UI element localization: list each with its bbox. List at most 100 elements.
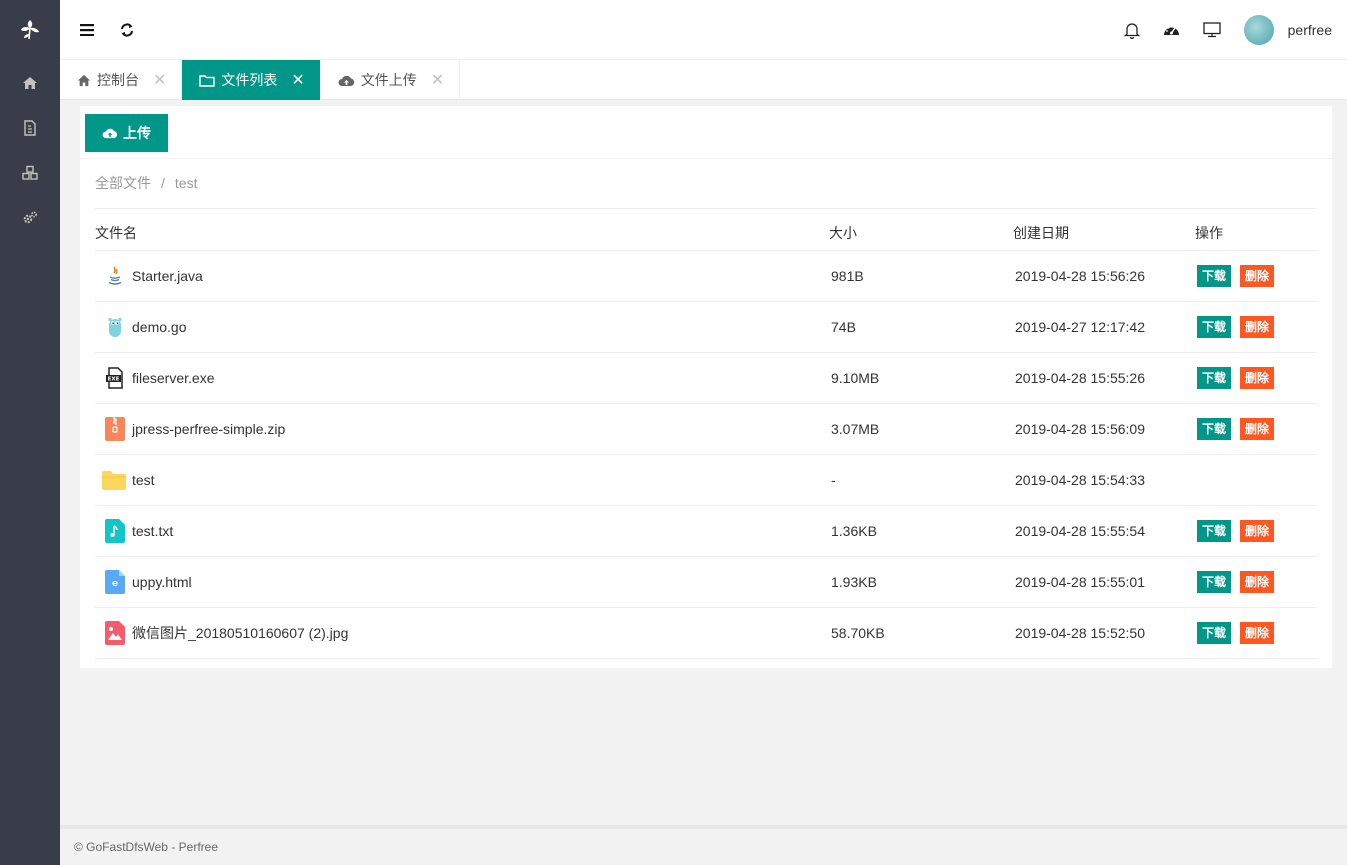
java-file-icon [104, 265, 126, 287]
table-row: e uppy.html 1.93KB 2019-04-28 15:55:01 下… [95, 556, 1317, 608]
header-name: 文件名 [95, 208, 829, 251]
home-icon [77, 74, 91, 86]
file-date: 2019-04-28 15:55:01 [1013, 556, 1195, 608]
exe-file-icon: EXE [104, 367, 126, 389]
folder-icon [199, 74, 216, 87]
monitor-icon [1202, 22, 1221, 38]
sidebar [0, 0, 60, 865]
delete-button[interactable]: 删除 [1240, 622, 1275, 644]
sidebar-item-files[interactable] [0, 105, 60, 150]
close-icon[interactable]: ✕ [291, 70, 304, 90]
sidebar-item-settings[interactable] [0, 195, 60, 240]
tab-label: 控制台 [97, 72, 139, 88]
avatar [1243, 15, 1274, 45]
close-icon[interactable]: ✕ [153, 70, 166, 90]
download-button[interactable]: 下载 [1197, 622, 1232, 644]
tab-label: 文件上传 [360, 72, 417, 88]
file-table: 文件名 大小 创建日期 操作 Starter.java 981B 2019-04… [95, 208, 1317, 659]
sidebar-item-cluster[interactable] [0, 150, 60, 195]
bell-icon [1123, 22, 1140, 39]
file-size: 9.10MB [829, 352, 1013, 404]
delete-button[interactable]: 删除 [1240, 316, 1275, 338]
file-size: 981B [829, 250, 1013, 302]
sidebar-item-home[interactable] [0, 60, 60, 105]
table-row: Starter.java 981B 2019-04-28 15:56:26 下载… [95, 250, 1317, 302]
breadcrumb-separator: / [161, 175, 165, 191]
user-menu[interactable]: perfree [1243, 15, 1332, 45]
tab-bar: 控制台 ✕ 文件列表 ✕ 文件上传 ✕ [60, 60, 1347, 100]
file-date: 2019-04-27 12:17:42 [1013, 301, 1195, 353]
file-icon [24, 119, 36, 136]
hamburger-icon [80, 24, 94, 36]
table-header-row: 文件名 大小 创建日期 操作 [95, 208, 1317, 251]
cloud-upload-icon [338, 75, 354, 86]
file-date: 2019-04-28 15:54:33 [1013, 454, 1195, 506]
image-file-icon [104, 621, 126, 645]
file-date: 2019-04-28 15:55:54 [1013, 505, 1195, 557]
table-row: jpress-perfree-simple.zip 3.07MB 2019-04… [95, 403, 1317, 455]
file-size: 1.93KB [829, 556, 1013, 608]
tab-dashboard[interactable]: 控制台 ✕ [60, 60, 183, 100]
file-size: 1.36KB [829, 505, 1013, 557]
file-name[interactable]: Starter.java [132, 268, 203, 284]
close-icon[interactable]: ✕ [431, 70, 444, 90]
file-size: 74B [829, 301, 1013, 353]
file-name[interactable]: test.txt [132, 523, 173, 539]
delete-button[interactable]: 删除 [1240, 265, 1275, 287]
download-button[interactable]: 下载 [1197, 571, 1232, 593]
download-button[interactable]: 下载 [1197, 520, 1232, 542]
refresh-icon [121, 23, 133, 37]
dashboard-button[interactable] [1152, 10, 1192, 50]
file-size: - [829, 454, 1013, 506]
table-row: demo.go 74B 2019-04-27 12:17:42 下载 删除 [95, 301, 1317, 353]
header-ops: 操作 [1195, 208, 1317, 251]
go-file-icon [104, 316, 126, 338]
folder-name[interactable]: test [132, 472, 155, 488]
folder-icon [102, 469, 126, 491]
svg-text:e: e [112, 579, 118, 589]
table-row: 微信图片_20180510160607 (2).jpg 58.70KB 2019… [95, 607, 1317, 659]
html-file-icon: e [104, 570, 126, 594]
leaf-logo-icon [21, 20, 39, 40]
zip-file-icon [104, 417, 126, 441]
download-button[interactable]: 下载 [1197, 418, 1232, 440]
file-name[interactable]: uppy.html [132, 574, 192, 590]
tab-file-upload[interactable]: 文件上传 ✕ [321, 60, 461, 100]
upload-button[interactable]: 上传 [85, 114, 168, 152]
table-row: test.txt 1.36KB 2019-04-28 15:55:54 下载 删除 [95, 505, 1317, 557]
tab-file-list[interactable]: 文件列表 ✕ [182, 60, 321, 100]
header-size: 大小 [829, 208, 1013, 251]
menu-toggle-button[interactable] [70, 13, 104, 47]
download-button[interactable]: 下载 [1197, 367, 1232, 389]
footer: © GoFastDfsWeb - Perfree [60, 825, 1347, 865]
delete-button[interactable]: 删除 [1240, 571, 1275, 593]
file-date: 2019-04-28 15:56:09 [1013, 403, 1195, 455]
delete-button[interactable]: 删除 [1240, 520, 1275, 542]
upload-label: 上传 [123, 125, 151, 141]
refresh-button[interactable] [110, 13, 144, 47]
username: perfree [1287, 22, 1332, 38]
file-name[interactable]: jpress-perfree-simple.zip [132, 421, 285, 437]
delete-button[interactable]: 删除 [1240, 367, 1275, 389]
cloud-upload-icon [102, 128, 118, 139]
file-size: 3.07MB [829, 403, 1013, 455]
divider [80, 158, 1332, 159]
file-size: 58.70KB [829, 607, 1013, 659]
breadcrumb-root[interactable]: 全部文件 [95, 175, 151, 191]
fullscreen-button[interactable] [1192, 10, 1232, 50]
table-row: EXE fileserver.exe 9.10MB 2019-04-28 15:… [95, 352, 1317, 404]
file-name[interactable]: 微信图片_20180510160607 (2).jpg [132, 623, 348, 643]
notification-button[interactable] [1112, 10, 1152, 50]
dashboard-icon [1164, 25, 1180, 35]
logo[interactable] [0, 0, 60, 60]
cubes-icon [22, 165, 38, 180]
file-name[interactable]: demo.go [132, 319, 186, 335]
breadcrumb-current: test [174, 175, 198, 191]
gears-icon [23, 210, 38, 223]
file-list-card: 上传 全部文件 / test 文件名 大小 创建日期 操作 Starter.java [80, 106, 1332, 668]
download-button[interactable]: 下载 [1197, 316, 1232, 338]
download-button[interactable]: 下载 [1197, 265, 1232, 287]
top-header: perfree [60, 0, 1347, 60]
file-name[interactable]: fileserver.exe [132, 370, 214, 386]
delete-button[interactable]: 删除 [1240, 418, 1275, 440]
